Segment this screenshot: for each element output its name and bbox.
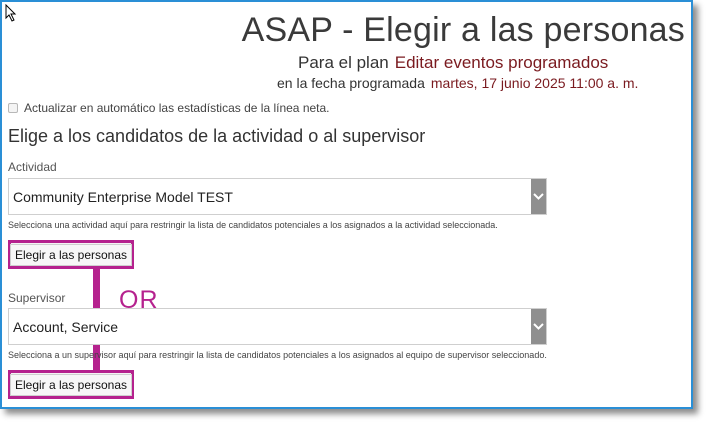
mouse-pointer-icon bbox=[5, 4, 17, 22]
chevron-down-icon bbox=[533, 193, 544, 200]
page-title: ASAP - Elegir a las personas bbox=[241, 11, 685, 49]
auto-update-label: Actualizar en automático las estadística… bbox=[24, 101, 330, 115]
activity-hint: Selecciona una actividad aquí para restr… bbox=[8, 220, 498, 230]
supervisor-hint: Selecciona a un supervisor aquí para res… bbox=[8, 350, 547, 360]
supervisor-selected-value: Account, Service bbox=[13, 318, 119, 335]
supervisor-dropdown-arrow[interactable] bbox=[531, 309, 546, 344]
chevron-down-icon bbox=[533, 323, 544, 330]
scheduled-date: martes, 17 junio 2025 11:00 a. m. bbox=[430, 75, 639, 91]
activity-select[interactable]: Community Enterprise Model TEST bbox=[8, 178, 547, 215]
supervisor-select[interactable]: Account, Service bbox=[8, 308, 547, 345]
auto-update-checkbox[interactable] bbox=[8, 103, 18, 113]
activity-choose-people-label: Elegir a las personas bbox=[9, 243, 133, 266]
supervisor-label: Supervisor bbox=[8, 291, 66, 305]
plan-name: Editar eventos programados bbox=[394, 53, 609, 72]
date-line: en la fecha programada martes, 17 junio 2… bbox=[277, 75, 638, 91]
activity-selected-value: Community Enterprise Model TEST bbox=[13, 188, 233, 205]
activity-choose-people-button[interactable]: Elegir a las personas bbox=[8, 240, 134, 269]
plan-line: Para el plan Editar eventos programados bbox=[298, 53, 608, 73]
activity-dropdown-arrow[interactable] bbox=[531, 179, 546, 214]
auto-update-row: Actualizar en automático las estadística… bbox=[8, 101, 330, 115]
supervisor-choose-people-button[interactable]: Elegir a las personas bbox=[8, 370, 134, 399]
app-window: ASAP - Elegir a las personas Para el pla… bbox=[0, 0, 693, 409]
plan-prefix: Para el plan bbox=[298, 53, 389, 72]
activity-label: Actividad bbox=[8, 160, 57, 174]
date-prefix: en la fecha programada bbox=[277, 75, 425, 91]
section-heading: Elige a los candidatos de la actividad o… bbox=[8, 126, 426, 146]
supervisor-choose-people-label: Elegir a las personas bbox=[9, 373, 133, 396]
